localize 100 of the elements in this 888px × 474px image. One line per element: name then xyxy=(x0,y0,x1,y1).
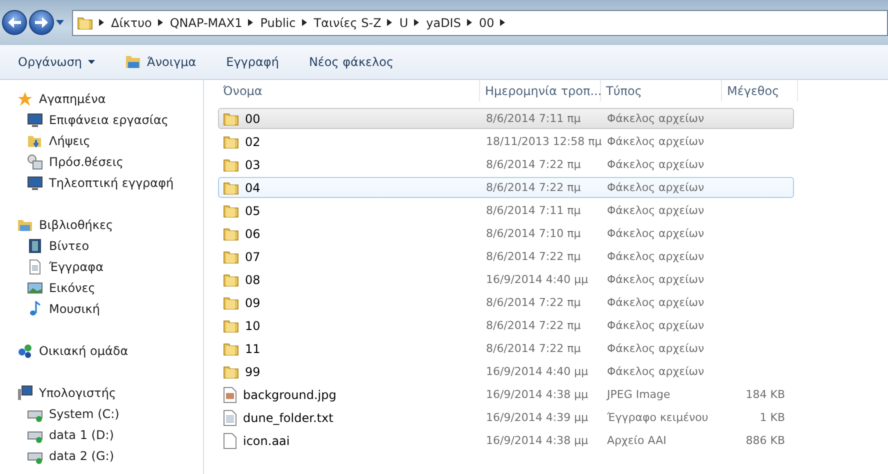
nav-item[interactable]: data 2 (G:) xyxy=(0,445,203,466)
size-cell-text: 886 KB xyxy=(744,434,785,447)
file-row[interactable]: 02 18/11/2013 12:58 πμ Φάκελος αρχείων xyxy=(218,131,794,152)
nav-item[interactable]: Επιφάνεια εργασίας xyxy=(0,109,203,130)
date-cell-text: 8/6/2014 7:22 πμ xyxy=(485,342,582,355)
folder-icon xyxy=(223,134,239,150)
file-name: 05 xyxy=(219,202,481,218)
nav-item[interactable]: data 1 (D:) xyxy=(0,424,203,445)
folder-icon xyxy=(223,156,239,172)
file-name: 11 xyxy=(219,340,481,356)
type-cell-text: Φάκελος αρχείων xyxy=(606,296,706,309)
nav-item[interactable]: Εικόνες xyxy=(0,277,203,298)
file-name: 06 xyxy=(219,226,481,242)
breadcrumb-arrow-icon xyxy=(387,19,392,26)
type-cell-text: Φάκελος αρχείων xyxy=(606,181,706,194)
date-cell-text: 16/9/2014 4:39 μμ xyxy=(485,411,590,424)
nav-item[interactable]: System (C:) xyxy=(0,403,203,424)
nav-item[interactable]: Μουσική xyxy=(0,298,203,319)
date-cell-text: 8/6/2014 7:22 πμ xyxy=(485,158,582,171)
toolbar-button[interactable]: Εγγραφή xyxy=(224,53,281,71)
breadcrumb-arrow-icon xyxy=(500,19,506,26)
folder-icon xyxy=(223,226,239,242)
folder-icon xyxy=(223,248,239,264)
column-header[interactable]: Όνομα xyxy=(218,80,480,102)
nav-item[interactable]: Οικιακή ομάδα xyxy=(0,340,203,361)
nav-item[interactable]: Λήψεις xyxy=(0,130,203,151)
image-file-icon xyxy=(223,386,237,402)
file-row[interactable]: 10 8/6/2014 7:22 πμ Φάκελος αρχείων xyxy=(218,315,794,336)
type-cell-text: Φάκελος αρχείων xyxy=(606,365,706,378)
file-row[interactable]: background.jpg 16/9/2014 4:38 μμ JPEG Image 184 KB xyxy=(218,384,794,405)
history-dropdown-icon[interactable] xyxy=(56,20,64,25)
file-row[interactable]: 03 8/6/2014 7:22 πμ Φάκελος αρχείων xyxy=(218,154,794,175)
date-cell-text: 8/6/2014 7:11 πμ xyxy=(485,204,582,217)
file-icon xyxy=(223,432,237,448)
file-row[interactable]: 04 8/6/2014 7:22 πμ Φάκελος αρχείων xyxy=(218,177,794,198)
file-name: background.jpg xyxy=(219,386,481,402)
breadcrumb-item[interactable]: U xyxy=(399,16,408,30)
folder-icon xyxy=(223,318,239,334)
breadcrumb-item[interactable]: Δίκτυο xyxy=(111,16,152,30)
back-button[interactable] xyxy=(2,10,27,35)
nav-item[interactable]: Βίντεο xyxy=(0,235,203,256)
file-row[interactable]: dune_folder.txt 16/9/2014 4:39 μμ Έγγραφο κειμένου 1 KB xyxy=(218,407,794,428)
nav-item[interactable]: Έγγραφα xyxy=(0,256,203,277)
nav-item[interactable]: Βιβλιοθήκες xyxy=(0,214,203,235)
file-row[interactable]: 08 16/9/2014 4:40 μμ Φάκελος αρχείων xyxy=(218,269,794,290)
file-row[interactable]: 05 8/6/2014 7:11 πμ Φάκελος αρχείων xyxy=(218,200,794,221)
nav-item[interactable]: Υπολογιστής xyxy=(0,382,203,403)
address-bar[interactable]: Δίκτυο QNAP-MAX1 Public Ταινίες S-Z U yaDIS 00 xyxy=(72,10,888,36)
type-cell-text: Φάκελος αρχείων xyxy=(606,342,706,355)
file-row[interactable]: 00 8/6/2014 7:11 πμ Φάκελος αρχείων xyxy=(218,108,794,129)
column-header[interactable]: Ημερομηνία τροπ... xyxy=(480,80,601,102)
breadcrumb-item[interactable]: Ταινίες S-Z xyxy=(314,16,382,30)
breadcrumb-item[interactable]: yaDIS xyxy=(426,16,461,30)
column-header[interactable]: Μέγεθος xyxy=(722,80,798,102)
film-icon xyxy=(27,238,43,254)
type-cell-text: Φάκελος αρχείων xyxy=(606,135,706,148)
back-arrow-icon xyxy=(8,17,21,28)
star-icon xyxy=(17,90,33,106)
folder-icon xyxy=(223,110,239,126)
column-header[interactable]: Τύπος xyxy=(601,80,722,102)
breadcrumb-item[interactable]: 00 xyxy=(478,16,494,30)
document-icon xyxy=(27,258,43,274)
breadcrumb-item[interactable]: QNAP-MAX1 xyxy=(170,16,242,30)
file-name: 02 xyxy=(219,134,481,150)
type-cell-text: Έγγραφο κειμένου xyxy=(606,411,710,424)
nav-item[interactable]: Πρόσ.θέσεις xyxy=(0,151,203,172)
type-cell-text: Φάκελος αρχείων xyxy=(606,204,706,217)
type-cell-text: Φάκελος αρχείων xyxy=(606,319,706,332)
type-cell-text: Φάκελος αρχείων xyxy=(606,273,706,286)
breadcrumb-item[interactable]: Public xyxy=(260,16,296,30)
date-cell-text: 18/11/2013 12:58 πμ xyxy=(485,135,602,148)
file-row[interactable]: 11 8/6/2014 7:22 πμ Φάκελος αρχείων xyxy=(218,338,794,359)
toolbar-button[interactable]: Νέος φάκελος xyxy=(306,53,396,71)
date-cell-text: 16/9/2014 4:38 μμ xyxy=(485,434,590,447)
caret-icon xyxy=(88,60,96,64)
file-row[interactable]: icon.aai 16/9/2014 4:38 μμ Αρχείο AAI 886 KB xyxy=(218,430,794,451)
file-row[interactable]: 06 8/6/2014 7:10 πμ Φάκελος αρχείων xyxy=(218,223,794,244)
nav-item[interactable]: Τηλεοπτική εγγραφή xyxy=(0,172,203,193)
breadcrumb-arrow-icon xyxy=(302,19,307,26)
toolbar-button[interactable]: Άνοιγμα xyxy=(123,53,198,71)
file-row[interactable]: 99 16/9/2014 4:40 μμ Φάκελος αρχείων xyxy=(218,361,794,382)
file-name: 08 xyxy=(219,272,481,288)
date-cell-text: 16/9/2014 4:40 μμ xyxy=(485,273,590,286)
monitor-icon xyxy=(27,174,43,190)
file-name: 04 xyxy=(219,180,481,196)
image-icon xyxy=(27,280,43,296)
file-row[interactable]: 09 8/6/2014 7:22 πμ Φάκελος αρχείων xyxy=(218,292,794,313)
date-cell-text: 8/6/2014 7:22 πμ xyxy=(485,296,582,309)
homegroup-icon xyxy=(17,342,33,358)
type-cell-text: Φάκελος αρχείων xyxy=(606,227,706,240)
file-row[interactable]: 07 8/6/2014 7:22 πμ Φάκελος αρχείων xyxy=(218,246,794,267)
type-cell-text: Αρχείο AAI xyxy=(606,434,668,447)
forward-button[interactable] xyxy=(29,10,54,35)
type-cell-text: Φάκελος αρχείων xyxy=(606,158,706,171)
folder-icon xyxy=(223,340,239,356)
folder-icon xyxy=(223,180,239,196)
nav-item[interactable]: Αγαπημένα xyxy=(0,88,203,109)
file-name: 03 xyxy=(219,156,481,172)
folder-icon xyxy=(223,272,239,288)
toolbar-button[interactable]: Οργάνωση xyxy=(16,53,98,71)
